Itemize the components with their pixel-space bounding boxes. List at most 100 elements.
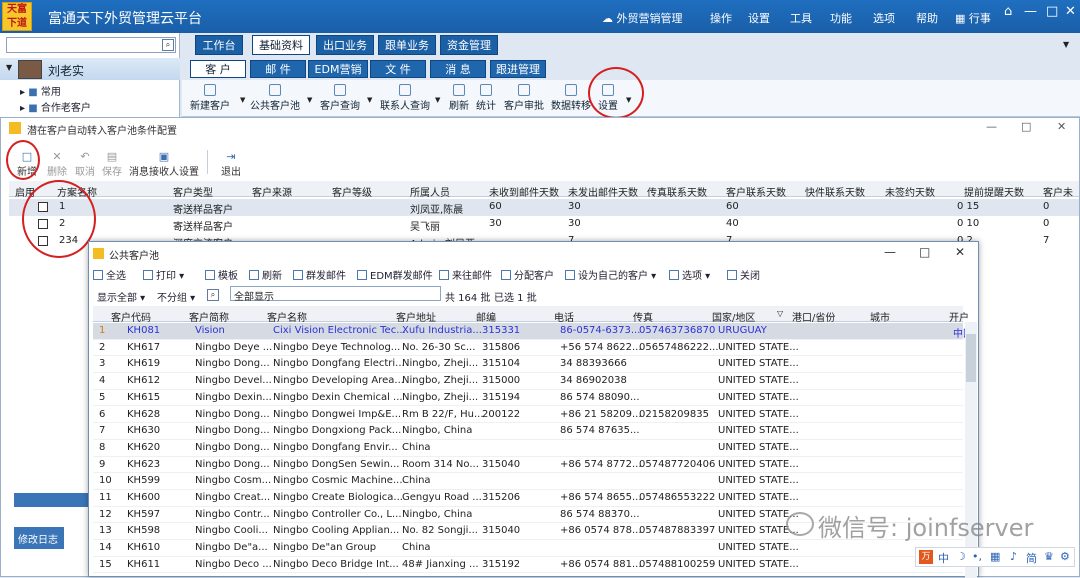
col-no-recv[interactable]: 未收到邮件天数 <box>489 184 559 199</box>
filter-input[interactable]: 全部显示 <box>230 286 441 303</box>
data-transfer-button[interactable]: 数据转移 <box>551 84 591 112</box>
table-row[interactable]: 11 KH600 Ningbo Creat... Ningbo Create Biol… <box>93 490 963 507</box>
maximize-button[interactable]: □ <box>1021 120 1031 133</box>
col-zip[interactable]: 邮编 <box>476 309 496 324</box>
col-express[interactable]: 快件联系天数 <box>805 184 865 199</box>
menu-tools[interactable]: 工具 <box>790 10 812 26</box>
tab-finance[interactable]: 资金管理 <box>440 35 498 55</box>
maximize-button[interactable]: □ <box>919 245 930 259</box>
group-select[interactable]: 不分组 ▾ <box>157 289 195 304</box>
tab-mail[interactable]: 邮 件 <box>250 60 306 78</box>
home-icon[interactable]: ⌂ <box>1004 4 1012 19</box>
public-pool-button[interactable]: 公共客户池 <box>250 84 300 112</box>
refresh-button[interactable]: 刷新 <box>449 84 469 112</box>
options-button[interactable]: 选项 ▾ <box>669 267 710 282</box>
contact-query-button[interactable]: 联系人查询 <box>380 84 430 112</box>
modify-log-tab[interactable]: 修改日志 <box>14 527 64 549</box>
ime-lang[interactable]: 中 <box>938 550 949 566</box>
col-unsigned[interactable]: 未签约天数 <box>885 184 935 199</box>
menu-settings[interactable]: 设置 <box>748 10 770 26</box>
ime-mode[interactable]: 简 <box>1026 550 1037 566</box>
tab-followup[interactable]: 跟进管理 <box>490 60 546 78</box>
skin-icon[interactable]: ♛ <box>1044 550 1054 563</box>
close-button[interactable]: ✕ <box>1057 120 1066 133</box>
select-all-button[interactable]: 全选 <box>93 267 126 282</box>
close-button[interactable]: ✕ <box>955 245 965 259</box>
tree-item-common[interactable]: ▸ ■ 常用 <box>20 83 61 98</box>
table-row[interactable]: 9 KH623 Ningbo Dong... Ningbo DongSen Sewin… <box>93 457 963 474</box>
refresh-button[interactable]: 刷新 <box>249 267 282 282</box>
menu-calendar[interactable]: ▦ 行事 <box>955 10 991 26</box>
col-no-sent[interactable]: 未发出邮件天数 <box>568 184 638 199</box>
col-fax[interactable]: 传真联系天数 <box>647 184 707 199</box>
col-country[interactable]: 国家/地区 <box>712 309 755 324</box>
cancel-button[interactable]: ↶ 取消 <box>75 150 95 178</box>
tab-edm[interactable]: EDM营销 <box>308 60 368 78</box>
moon-icon[interactable]: ☽ <box>956 550 966 563</box>
table-row[interactable]: 10 KH599 Ningbo Cosm... Ningbo Cosmic Machi… <box>93 473 963 490</box>
ime-toolbar[interactable]: 万 中 ☽ •, ▦ ♪ 简 ♛ ⚙ <box>915 547 1075 567</box>
close-button[interactable]: ✕ <box>1065 4 1076 19</box>
menu-options[interactable]: 选项 <box>873 10 895 26</box>
col-fax[interactable]: 传真 <box>633 309 653 324</box>
col-owner[interactable]: 所属人员 <box>410 184 450 199</box>
punct-icon[interactable]: •, <box>972 550 982 563</box>
msg-recipient-button[interactable]: ▣ 消息接收人设置 <box>129 150 199 178</box>
minimize-button[interactable]: — <box>884 245 896 259</box>
marketing-menu[interactable]: ☁ 外贸营销管理 <box>602 10 683 26</box>
voice-icon[interactable]: ♪ <box>1010 550 1017 563</box>
show-select[interactable]: 显示全部 ▾ <box>97 289 145 304</box>
filter-dropdown-icon[interactable]: ▽ <box>777 309 783 318</box>
assign-button[interactable]: 分配客户 <box>501 267 554 282</box>
left-search-input[interactable]: ⌕ <box>6 37 176 53</box>
tab-basic-data[interactable]: 基础资料 <box>252 35 310 55</box>
table-row[interactable]: 15 KH611 Ningbo Deco ... Ningbo Deco Bridge… <box>93 557 963 574</box>
new-customer-button[interactable]: 新建客户 <box>190 84 230 112</box>
history-mail-button[interactable]: 来往邮件 <box>439 267 492 282</box>
table-row[interactable]: 7 KH630 Ningbo Dong... Ningbo Dongxiong Pac… <box>93 423 963 440</box>
print-button[interactable]: 打印 ▾ <box>143 267 184 282</box>
table-row[interactable]: 5 KH615 Ningbo Dexin... Ningbo Dexin Chemic… <box>93 390 963 407</box>
dropdown-arrow-icon[interactable]: ▼ <box>367 96 372 104</box>
search-icon[interactable]: ⌕ <box>162 39 174 51</box>
col-tel[interactable]: 电话 <box>554 309 574 324</box>
approval-button[interactable]: 客户审批 <box>504 84 544 112</box>
table-row[interactable]: 4 KH612 Ningbo Devel... Ningbo Developing A… <box>93 373 963 390</box>
table-row[interactable]: 1 KH081 Vision Cixi Vision Electronic Tec..… <box>93 323 973 340</box>
dropdown-arrow-icon[interactable]: ▼ <box>307 96 312 104</box>
minimize-button[interactable]: — <box>986 120 997 133</box>
filter-icon[interactable]: ⌕ <box>207 289 219 301</box>
tab-workbench[interactable]: 工作台 <box>195 35 243 55</box>
tab-order[interactable]: 跟单业务 <box>378 35 436 55</box>
tab-files[interactable]: 文 件 <box>370 60 426 78</box>
table-row[interactable]: 6 KH628 Ningbo Dong... Ningbo Dongwei Imp&E… <box>93 407 963 424</box>
stats-button[interactable]: 统计 <box>476 84 496 112</box>
menu-functions[interactable]: 功能 <box>830 10 852 26</box>
table-row[interactable]: 8 KH620 Ningbo Dong... Ningbo Dongfang Envi… <box>93 440 963 457</box>
col-cust-level[interactable]: 客户等级 <box>332 184 372 199</box>
edm-mail-button[interactable]: EDM群发邮件 <box>357 267 433 282</box>
menu-operate[interactable]: 操作 <box>710 10 732 26</box>
col-cust-type[interactable]: 客户类型 <box>173 184 213 199</box>
tree-item-partner[interactable]: ▸ ■ 合作老客户 <box>20 99 91 114</box>
dropdown-arrow-icon[interactable]: ▼ <box>1063 40 1069 49</box>
col-last[interactable]: 客户未 <box>1043 184 1073 199</box>
col-cust-source[interactable]: 客户来源 <box>252 184 292 199</box>
minimize-button[interactable]: — <box>1024 4 1037 19</box>
table-row[interactable] <box>9 199 1079 216</box>
user-bar[interactable]: ▼ 刘老实 <box>0 58 180 80</box>
template-button[interactable]: 模板 <box>205 267 238 282</box>
keyboard-icon[interactable]: ▦ <box>990 550 1000 563</box>
col-name[interactable]: 客户名称 <box>267 309 307 324</box>
dropdown-arrow-icon[interactable]: ▼ <box>240 96 245 104</box>
col-code[interactable]: 客户代码 <box>111 309 151 324</box>
dropdown-arrow-icon[interactable]: ▼ <box>435 96 440 104</box>
mass-mail-button[interactable]: 群发邮件 <box>293 267 346 282</box>
tab-messages[interactable]: 消 息 <box>430 60 486 78</box>
menu-help[interactable]: 帮助 <box>916 10 938 26</box>
tab-export[interactable]: 出口业务 <box>316 35 374 55</box>
gear-icon[interactable]: ⚙ <box>1060 550 1070 563</box>
col-remind[interactable]: 提前提醒天数 <box>964 184 1024 199</box>
tab-customer[interactable]: 客 户 <box>190 60 246 78</box>
col-cust-contact[interactable]: 客户联系天数 <box>726 184 786 199</box>
